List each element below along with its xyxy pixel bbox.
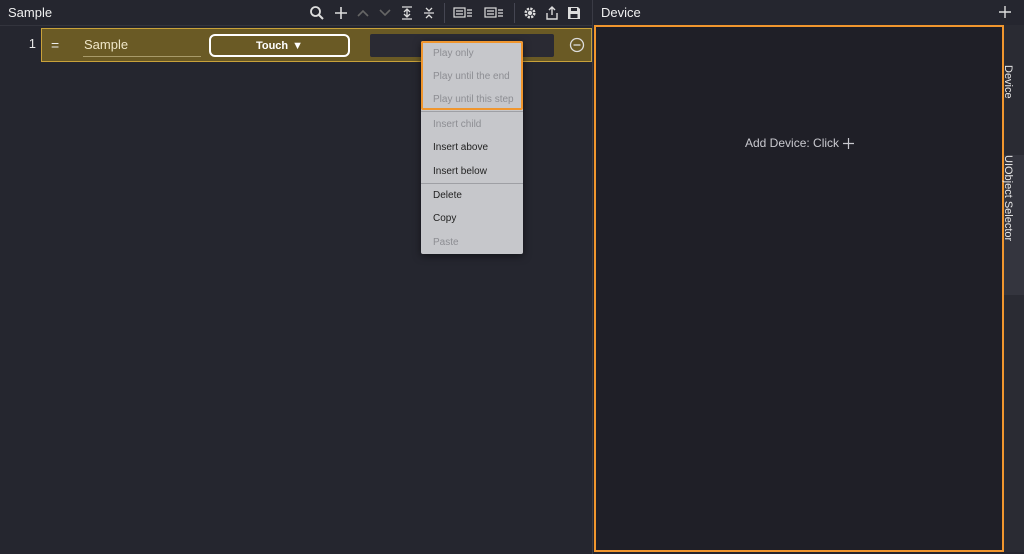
collapse-all-icon[interactable] xyxy=(419,3,439,23)
save-icon[interactable] xyxy=(564,3,584,23)
menu-item-delete[interactable]: Delete xyxy=(433,190,462,201)
export-icon[interactable] xyxy=(542,3,562,23)
tab-device[interactable]: Device xyxy=(1002,65,1024,153)
menu-divider xyxy=(421,183,523,184)
drag-handle-icon[interactable]: = xyxy=(51,37,59,53)
remove-step-icon[interactable] xyxy=(569,37,585,53)
menu-item-play-only[interactable]: Play only xyxy=(433,48,474,59)
toolbar-divider xyxy=(514,3,515,23)
plus-icon xyxy=(843,137,855,149)
menu-item-insert-child[interactable]: Insert child xyxy=(433,119,481,130)
device-screen-area[interactable] xyxy=(594,25,1004,552)
action-label: Touch xyxy=(255,39,289,52)
menu-item-play-until-step[interactable]: Play until this step xyxy=(433,94,514,105)
record-list-settings-icon[interactable] xyxy=(484,3,504,23)
add-device-hint: Add Device: Click xyxy=(745,136,855,150)
add-device-hint-text: Add Device: Click xyxy=(745,136,840,150)
action-dropdown[interactable]: Touch ▼ xyxy=(209,34,350,57)
scenario-pane: Sample 1 = Sample Touch ▼ Play only Play… xyxy=(0,0,592,554)
menu-item-paste[interactable]: Paste xyxy=(433,237,459,248)
add-step-icon[interactable] xyxy=(331,3,351,23)
menu-divider xyxy=(421,111,523,112)
tab-device-label: Device xyxy=(1002,65,1014,99)
menu-item-insert-below[interactable]: Insert below xyxy=(433,166,487,177)
toolbar-divider xyxy=(444,3,445,23)
expand-all-icon[interactable] xyxy=(397,3,417,23)
search-icon[interactable] xyxy=(307,3,327,23)
step-index: 1 xyxy=(28,36,36,51)
step-name-input[interactable]: Sample xyxy=(83,35,201,57)
gear-icon[interactable] xyxy=(520,3,540,23)
scenario-title: Sample xyxy=(8,5,53,20)
device-panel-title: Device xyxy=(601,5,641,20)
add-device-icon[interactable] xyxy=(997,4,1013,20)
move-up-icon[interactable] xyxy=(353,3,373,23)
side-tab-bar: Device UIObject Selector xyxy=(1002,25,1024,552)
dropdown-arrow-icon: ▼ xyxy=(292,39,304,52)
tab-uiobject-selector[interactable]: UIObject Selector xyxy=(1002,155,1024,295)
menu-item-insert-above[interactable]: Insert above xyxy=(433,142,488,153)
menu-item-play-until-end[interactable]: Play until the end xyxy=(433,71,510,82)
tab-uiobject-selector-label: UIObject Selector xyxy=(1002,155,1014,242)
record-list-icon[interactable] xyxy=(453,3,473,23)
move-down-icon[interactable] xyxy=(375,3,395,23)
context-menu: Play only Play until the end Play until … xyxy=(421,41,523,254)
menu-item-copy[interactable]: Copy xyxy=(433,213,456,224)
scenario-toolbar: Sample xyxy=(0,0,592,26)
